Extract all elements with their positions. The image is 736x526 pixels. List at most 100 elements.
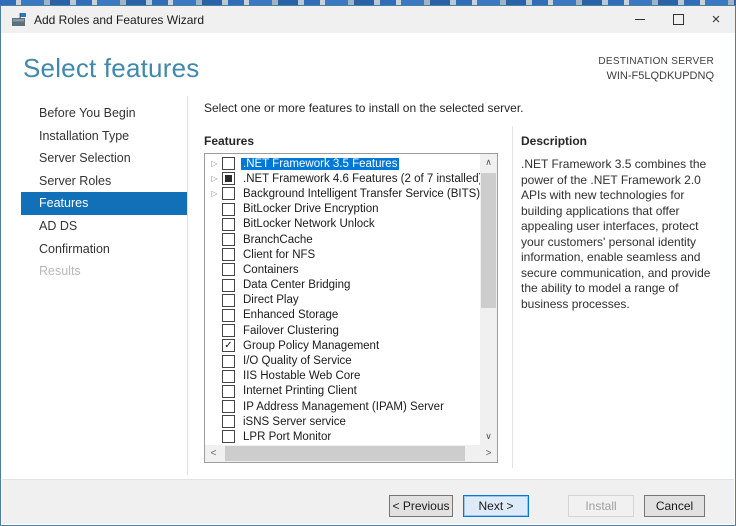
horizontal-scroll-thumb[interactable] (225, 446, 465, 461)
feature-label: Client for NFS (243, 248, 316, 261)
vertical-scrollbar[interactable]: ∧ ∨ (480, 154, 497, 445)
destination-server-name: WIN-F5LQDKUPDNQ (606, 70, 714, 82)
titlebar: Add Roles and Features Wizard × (1, 6, 735, 33)
feature-row[interactable]: ▷ Background Intelligent Transfer Service… (205, 186, 480, 201)
feature-row[interactable]: Client for NFS (205, 247, 480, 262)
feature-label: BitLocker Drive Encryption (243, 203, 379, 216)
destination-server-label: DESTINATION SERVER (598, 56, 714, 67)
feature-label: Containers (243, 263, 299, 276)
feature-checkbox[interactable] (222, 157, 235, 171)
description-divider (512, 126, 513, 468)
close-icon: × (711, 11, 721, 28)
feature-label: Failover Clustering (243, 324, 339, 337)
previous-button[interactable]: < Previous (389, 495, 453, 517)
feature-row[interactable]: Containers (205, 262, 480, 277)
feature-checkbox[interactable] (222, 248, 235, 262)
window-title: Add Roles and Features Wizard (34, 12, 205, 27)
feature-row[interactable]: ▷ .NET Framework 3.5 Features (205, 156, 480, 171)
feature-row[interactable]: IP Address Management (IPAM) Server (205, 399, 480, 414)
next-button[interactable]: Next > (463, 495, 529, 517)
cancel-button[interactable]: Cancel (644, 495, 705, 517)
feature-row[interactable]: BitLocker Drive Encryption (205, 202, 480, 217)
sidebar-item-server-selection[interactable]: Server Selection (21, 147, 187, 170)
features-listbox: ▷ .NET Framework 3.5 Features ▷ .NET Framew… (204, 153, 498, 463)
feature-row[interactable]: BranchCache (205, 232, 480, 247)
feature-checkbox[interactable] (222, 278, 235, 292)
feature-row[interactable]: Data Center Bridging (205, 278, 480, 293)
scroll-left-button[interactable]: < (205, 445, 222, 462)
scroll-up-button[interactable]: ∧ (480, 154, 497, 171)
sidebar-item-features[interactable]: Features (21, 192, 187, 215)
expander-icon[interactable]: ▷ (208, 156, 221, 171)
feature-checkbox[interactable] (222, 324, 235, 338)
feature-label: iSNS Server service (243, 415, 346, 428)
screen: Add Roles and Features Wizard × Select f… (0, 0, 736, 526)
feature-row[interactable]: I/O Quality of Service (205, 353, 480, 368)
feature-checkbox[interactable] (222, 217, 235, 231)
sidebar-item-before-you-begin[interactable]: Before You Begin (21, 102, 187, 125)
wizard-window: Add Roles and Features Wizard × Select f… (0, 5, 736, 526)
sidebar-item-ad-ds[interactable]: AD DS (21, 215, 187, 238)
vertical-scroll-thumb[interactable] (481, 173, 496, 308)
feature-label: Group Policy Management (243, 339, 380, 352)
sidebar-item-installation-type[interactable]: Installation Type (21, 125, 187, 148)
feature-row[interactable]: Failover Clustering (205, 323, 480, 338)
feature-label: .NET Framework 4.6 Features (2 of 7 inst… (243, 172, 480, 185)
feature-checkbox[interactable] (222, 172, 235, 186)
install-button: Install (568, 495, 634, 517)
feature-label: Enhanced Storage (243, 309, 339, 322)
scroll-right-button[interactable]: > (480, 445, 497, 462)
horizontal-scrollbar[interactable]: < > (205, 445, 497, 462)
feature-label: .NET Framework 3.5 Features (241, 157, 400, 170)
app-icon (12, 12, 26, 26)
feature-row[interactable]: iSNS Server service (205, 414, 480, 429)
feature-label: BitLocker Network Unlock (243, 218, 375, 231)
feature-label: I/O Quality of Service (243, 355, 352, 368)
sidebar-item-results: Results (39, 264, 81, 279)
instruction-text: Select one or more features to install o… (204, 101, 524, 115)
feature-checkbox[interactable] (222, 354, 235, 368)
feature-row[interactable]: LPR Port Monitor (205, 429, 480, 444)
feature-label: IP Address Management (IPAM) Server (243, 400, 444, 413)
maximize-icon (672, 14, 684, 25)
feature-checkbox[interactable] (222, 384, 235, 398)
expander-icon[interactable]: ▷ (208, 171, 221, 186)
feature-checkbox[interactable] (222, 187, 235, 201)
feature-checkbox[interactable] (222, 263, 235, 277)
feature-checkbox[interactable] (222, 400, 235, 414)
nav-content-divider (187, 96, 188, 475)
sidebar-item-server-roles[interactable]: Server Roles (21, 170, 187, 193)
feature-checkbox[interactable]: ✓ (222, 339, 235, 353)
footer-bar: < Previous Next > Install Cancel (2, 479, 734, 524)
feature-label: Background Intelligent Transfer Service … (243, 187, 480, 200)
feature-row[interactable]: BitLocker Network Unlock (205, 217, 480, 232)
feature-label: Data Center Bridging (243, 279, 351, 292)
maximize-button[interactable] (659, 6, 697, 33)
feature-checkbox[interactable] (222, 308, 235, 322)
feature-checkbox[interactable] (222, 430, 235, 444)
feature-row[interactable]: IIS Hostable Web Core (205, 369, 480, 384)
description-title: Description (521, 134, 588, 148)
feature-label: IIS Hostable Web Core (243, 370, 361, 383)
sidebar-item-confirmation[interactable]: Confirmation (21, 238, 187, 261)
feature-row[interactable]: Enhanced Storage (205, 308, 480, 323)
minimize-button[interactable] (621, 6, 659, 33)
scroll-down-button[interactable]: ∨ (480, 428, 497, 445)
feature-checkbox[interactable] (222, 369, 235, 383)
feature-label: Direct Play (243, 294, 299, 307)
feature-label: LPR Port Monitor (243, 430, 332, 443)
feature-row[interactable]: Direct Play (205, 293, 480, 308)
close-button[interactable]: × (697, 6, 735, 33)
feature-row[interactable]: ✓ Group Policy Management (205, 338, 480, 353)
feature-checkbox[interactable] (222, 233, 235, 247)
feature-row[interactable]: Internet Printing Client (205, 384, 480, 399)
feature-checkbox[interactable] (222, 202, 235, 216)
feature-row[interactable]: ▷ .NET Framework 4.6 Features (2 of 7 ins… (205, 171, 480, 186)
feature-label: BranchCache (243, 233, 313, 246)
expander-icon[interactable]: ▷ (208, 186, 221, 201)
feature-checkbox[interactable] (222, 415, 235, 429)
feature-checkbox[interactable] (222, 293, 235, 307)
window-controls: × (621, 6, 735, 33)
minimize-icon (635, 19, 645, 20)
description-body: .NET Framework 3.5 combines the power of… (521, 157, 711, 311)
